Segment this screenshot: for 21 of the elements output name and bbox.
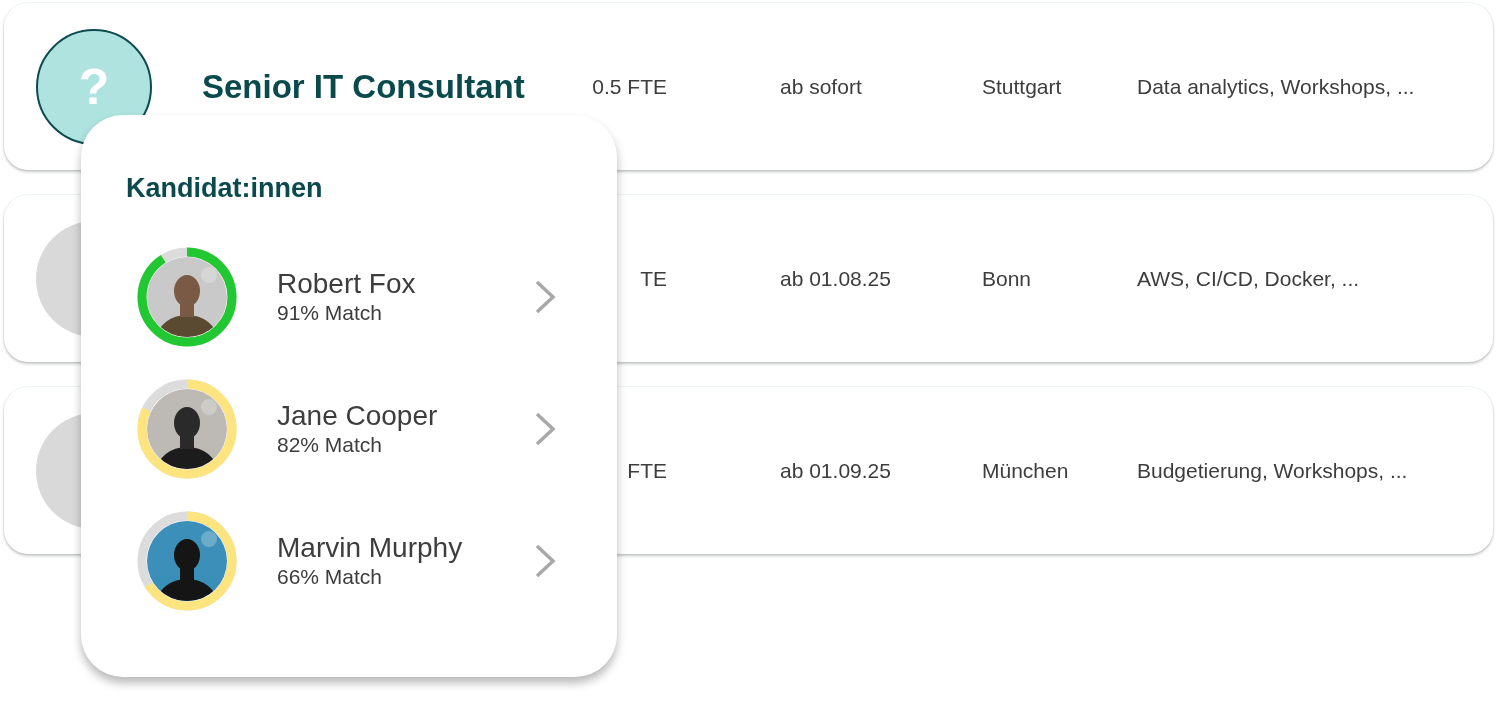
fte-text: 0.5 FTE (591, 74, 667, 99)
location-text: Stuttgart (982, 74, 1063, 99)
location-text: München (982, 458, 1070, 483)
chevron-right-icon[interactable] (533, 543, 557, 579)
job-title: Senior IT Consultant (202, 67, 525, 106)
skills-text: AWS, CI/CD, Docker, ... (1137, 266, 1360, 291)
start-date: ab 01.08.25 (780, 266, 892, 291)
fte-text: TE (639, 266, 667, 291)
skills-text: Budgetierung, Workshops, ... (1137, 458, 1408, 483)
candidate-name: Robert Fox (277, 268, 416, 300)
start-date: ab 01.09.25 (780, 458, 892, 483)
chevron-right-icon[interactable] (533, 411, 557, 447)
chevron-right-icon[interactable] (533, 279, 557, 315)
fte-text: FTE (626, 458, 667, 483)
skills-text: Data analytics, Workshops, ... (1137, 74, 1415, 99)
start-date: ab sofort (780, 74, 863, 99)
location-text: Bonn (982, 266, 1033, 291)
match-score: 82% Match (277, 432, 383, 458)
match-score: 91% Match (277, 300, 383, 326)
match-score: 66% Match (277, 564, 383, 590)
candidate-name: Jane Cooper (277, 400, 438, 432)
